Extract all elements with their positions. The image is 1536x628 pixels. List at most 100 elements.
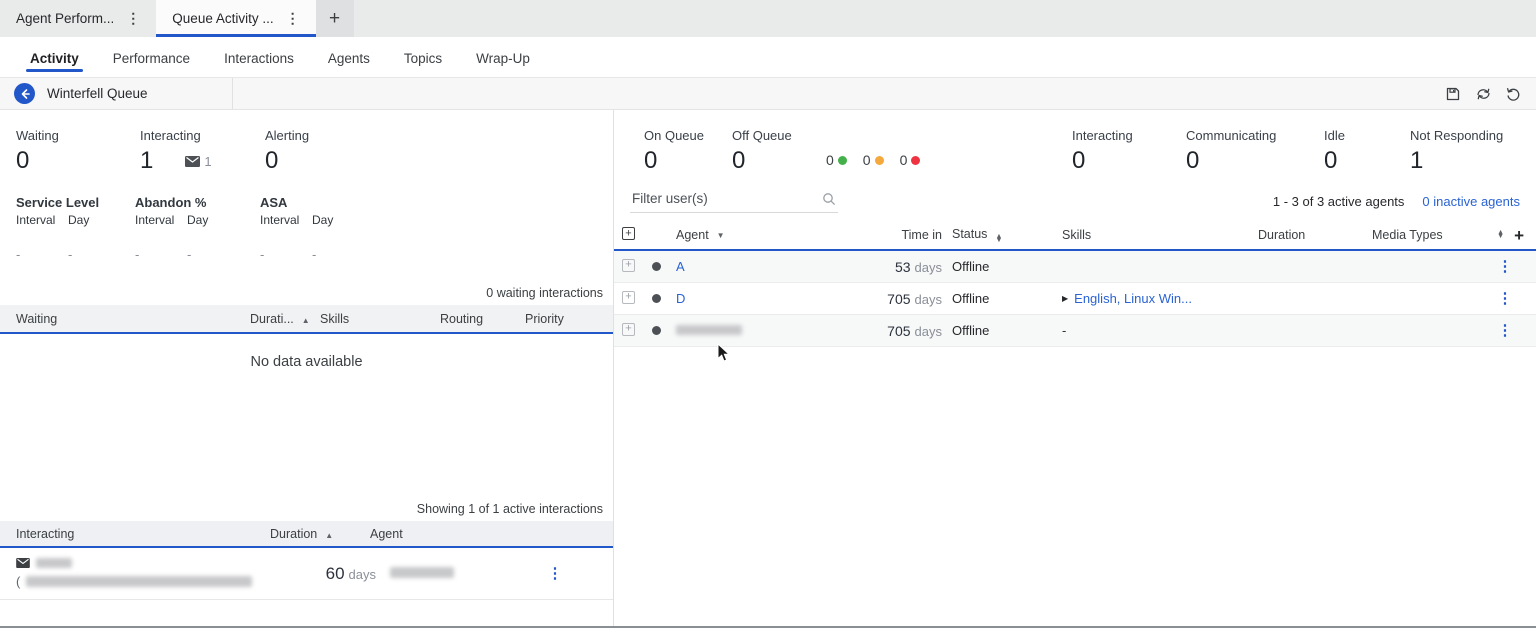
metric-abandon: Abandon % Interval Day - -	[135, 195, 260, 262]
col-duration[interactable]: Duration▲	[270, 527, 370, 541]
agent-row[interactable]: 705days Offline - ⋮	[614, 315, 1536, 347]
sort-icon[interactable]: ▲▼	[1497, 231, 1504, 239]
queue-stats: Waiting 0 Interacting 1 1	[0, 128, 613, 173]
stat-alerting: Alerting 0	[265, 128, 385, 173]
expand-row-icon[interactable]	[622, 323, 635, 336]
agent-status: Offline	[952, 323, 1062, 338]
metric-asa: ASA Interval Day - -	[260, 195, 390, 262]
col-agent[interactable]: Agent	[370, 527, 540, 541]
workspace-tabbar: Agent Perform... ⋮ Queue Activity ... ⋮ …	[0, 0, 1536, 37]
col-interacting[interactable]: Interacting	[16, 527, 270, 541]
metric-interval-value: -	[260, 247, 312, 262]
expand-row-icon[interactable]	[622, 291, 635, 304]
refresh-icon[interactable]	[1474, 85, 1492, 103]
presence-busy: 0	[900, 152, 921, 168]
interaction-row: ( 60days ⋮	[0, 548, 613, 600]
email-icon	[16, 558, 30, 568]
tab-queue-activity-label: Queue Activity ...	[172, 11, 273, 26]
arrow-left-icon	[19, 88, 31, 100]
stat-on-queue-value: 0	[644, 149, 732, 173]
subnav-performance[interactable]: Performance	[113, 40, 190, 74]
metric-interval-label: Interval	[16, 213, 68, 227]
presence-away: 0	[863, 152, 884, 168]
col-agent[interactable]: Agent ▼	[676, 228, 847, 242]
row-menu-icon[interactable]: ⋮	[1490, 291, 1520, 306]
away-dot-icon	[875, 156, 884, 165]
subnav-agents[interactable]: Agents	[328, 40, 370, 74]
agents-panel: On Queue 0 Off Queue 0 0 0 0	[614, 110, 1536, 626]
interaction-agent	[390, 565, 540, 583]
agent-time-in: 705days	[847, 323, 952, 339]
busy-dot-icon	[911, 156, 920, 165]
queue-header-bar: Winterfell Queue	[0, 78, 1536, 110]
subnav-interactions[interactable]: Interactions	[224, 40, 294, 74]
filter-users-field[interactable]	[630, 187, 838, 213]
col-status[interactable]: Status▲▼	[952, 227, 1062, 243]
row-menu-icon[interactable]: ⋮	[1490, 259, 1520, 274]
subnav-wrapup[interactable]: Wrap-Up	[476, 40, 530, 74]
queue-title: Winterfell Queue	[47, 86, 148, 101]
agent-row[interactable]: D 705days Offline ▶ English, Linux Win..…	[614, 283, 1536, 315]
toolbar	[1444, 85, 1536, 103]
presence-offline-icon	[652, 326, 661, 335]
tab-agent-performance-label: Agent Perform...	[16, 11, 114, 26]
back-button[interactable]	[14, 83, 35, 104]
metric-day-value: -	[68, 247, 72, 262]
agents-table: Agent ▼ Time in Status▲▼ Skills Duration…	[614, 221, 1536, 347]
agent-name-link[interactable]	[676, 323, 847, 338]
col-duration[interactable]: Duration	[1258, 228, 1372, 242]
expand-all-icon[interactable]	[622, 227, 635, 240]
tab-menu-icon[interactable]: ⋮	[124, 10, 142, 27]
presence-offline-icon	[652, 262, 661, 271]
stat-not-responding: Not Responding 1	[1410, 128, 1510, 173]
col-waiting[interactable]: Waiting	[16, 312, 250, 326]
stat-interacting: Interacting 0	[1072, 128, 1156, 173]
col-skills[interactable]: Skills	[320, 312, 440, 326]
col-media-types[interactable]: Media Types	[1372, 228, 1484, 242]
col-time-in[interactable]: Time in	[847, 228, 952, 242]
agent-counts: 1 - 3 of 3 active agents 0 inactive agen…	[1273, 194, 1520, 213]
email-icon	[185, 156, 200, 167]
agent-time-in: 705days	[847, 291, 952, 307]
agent-stats: On Queue 0 Off Queue 0 0 0 0	[614, 128, 1536, 173]
metric-day-label: Day	[312, 213, 333, 227]
subnav-topics[interactable]: Topics	[404, 40, 442, 74]
skills-link[interactable]: English, Linux Win...	[1074, 291, 1192, 306]
redacted-email-address	[26, 576, 252, 587]
tab-agent-performance[interactable]: Agent Perform... ⋮	[0, 0, 156, 37]
agent-name-link[interactable]: D	[676, 291, 847, 306]
email-count: 1	[204, 154, 211, 169]
expand-skills-icon[interactable]: ▶	[1062, 294, 1068, 303]
row-menu-icon[interactable]: ⋮	[540, 566, 570, 581]
agents-table-header: Agent ▼ Time in Status▲▼ Skills Duration…	[614, 221, 1536, 251]
subnav-activity[interactable]: Activity	[30, 40, 79, 74]
row-menu-icon[interactable]: ⋮	[1490, 323, 1520, 338]
stat-waiting-label: Waiting	[16, 128, 140, 143]
sort-icon: ▲▼	[995, 235, 1002, 243]
active-interactions-count: Showing 1 of 1 active interactions	[0, 502, 613, 521]
main-content: Waiting 0 Interacting 1 1	[0, 110, 1536, 626]
add-column-icon[interactable]: +	[1514, 227, 1524, 244]
inactive-agents-link[interactable]: 0 inactive agents	[1422, 194, 1520, 209]
filter-users-input[interactable]	[632, 191, 822, 206]
add-tab-button[interactable]: +	[316, 0, 354, 37]
interacting-table-header: Interacting Duration▲ Agent	[0, 521, 613, 548]
agent-row[interactable]: A 53days Offline ⋮	[614, 251, 1536, 283]
expand-row-icon[interactable]	[622, 259, 635, 272]
tab-queue-activity[interactable]: Queue Activity ... ⋮	[156, 0, 315, 37]
search-icon	[822, 192, 836, 206]
col-priority[interactable]: Priority	[525, 312, 613, 326]
save-icon[interactable]	[1444, 85, 1462, 103]
waiting-table-empty-area: No data available	[0, 334, 613, 492]
tab-menu-icon[interactable]: ⋮	[284, 10, 302, 27]
metric-day-value: -	[312, 247, 316, 262]
col-duration[interactable]: Durati...▲	[250, 312, 320, 326]
waiting-table-header: Waiting Durati...▲ Skills Routing Priori…	[0, 305, 613, 334]
metric-label: ASA	[260, 195, 390, 210]
redacted-agent-name	[676, 325, 742, 335]
col-routing[interactable]: Routing	[440, 312, 525, 326]
no-data-message: No data available	[0, 334, 613, 370]
agent-name-link[interactable]: A	[676, 259, 847, 274]
undo-icon[interactable]	[1504, 85, 1522, 103]
col-skills[interactable]: Skills	[1062, 228, 1258, 242]
